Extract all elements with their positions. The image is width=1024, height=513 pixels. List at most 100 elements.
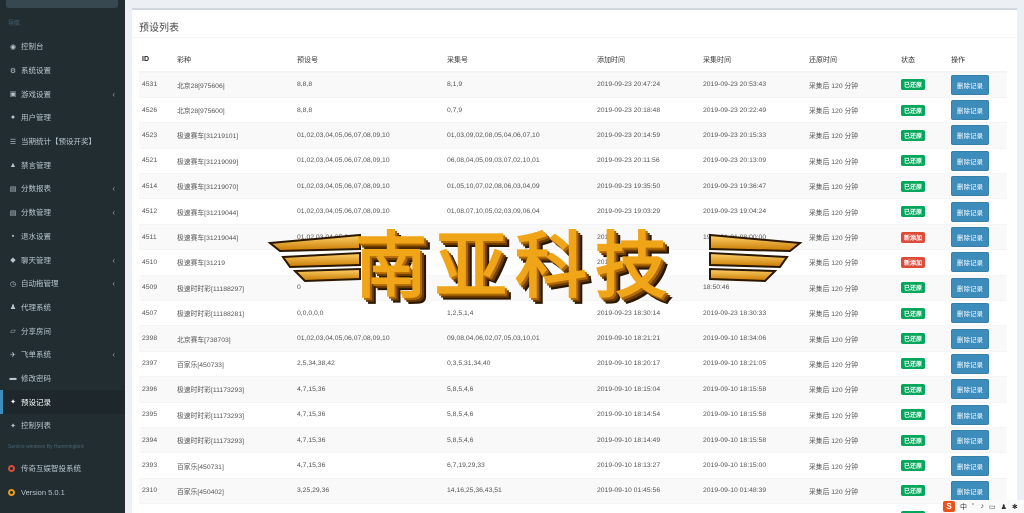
settings-icon[interactable]: ✱ [1012, 503, 1018, 511]
col-header-restore[interactable]: 还原时间 [806, 48, 898, 73]
cell-action: 删除记录 [948, 350, 1007, 377]
cell-lottery: 极速时时彩[11188297] [174, 274, 294, 301]
sidebar-search[interactable] [6, 0, 118, 8]
cell-collect: 01,05,10,07,02,08,06,03,04,09 [444, 173, 594, 199]
delete-record-button[interactable]: 删除记录 [951, 277, 989, 298]
delete-record-button[interactable]: 删除记录 [951, 150, 989, 171]
sidebar-link-version[interactable]: Version 5.0.1 [8, 488, 65, 497]
keyboard-icon[interactable]: ▭ [989, 503, 996, 511]
table-row: 4507 极速时时彩[11188281] 0,0,0,0,0 1,2,5,1,4 201… [139, 300, 1007, 326]
status-badge: 新添加 [901, 231, 926, 243]
cell-action: 删除记录 [948, 147, 1007, 174]
cell-restore: 采集后 30 分钟 [806, 503, 898, 513]
col-header-status[interactable]: 状态 [898, 48, 948, 73]
delete-record-button[interactable]: 删除记录 [951, 430, 989, 451]
cell-added: 2019-09-10 18:14:49 [594, 426, 700, 453]
sidebar-item[interactable]: ✦ 预设记录 [0, 390, 125, 414]
sidebar-item[interactable]: ▬ 修改密码 [0, 367, 125, 391]
sidebar-item[interactable]: ✈ 飞单系统 ‹ [0, 343, 125, 367]
cell-id: 2398 [139, 325, 174, 352]
cell-restore: 采集后 120 分钟 [806, 452, 898, 479]
cell-collected [700, 249, 806, 276]
sidebar-item[interactable]: ▤ 分数报表 ‹ [0, 177, 125, 201]
cell-lottery: 极速时时彩[11173293] [174, 401, 294, 428]
sidebar-item-label: 系统设置 [21, 66, 51, 76]
cell-collected: 2019-09-10 18:34:06 [700, 325, 806, 352]
chevron-left-icon: ‹ [112, 184, 115, 194]
sidebar-item-label: 分数管理 [21, 208, 51, 218]
cell-lottery: 极速时时彩[11188281] [174, 300, 294, 326]
col-header-preset[interactable]: 预设号 [294, 48, 444, 73]
status-badge: 已还原 [901, 434, 926, 446]
sidebar-item[interactable]: ▤ 分数管理 ‹ [0, 201, 125, 225]
cell-action: 删除记录 [948, 300, 1007, 326]
sidebar-item[interactable]: ▱ 分享房间 [0, 319, 125, 343]
cell-preset: 4,7,15,36 [294, 401, 444, 428]
table-header-row: ID 彩种 预设号 采集号 添加时间 采集时间 还原时间 状态 操作 [139, 48, 1007, 73]
sidebar-item[interactable]: ▪ 退水设置 [0, 225, 125, 249]
cell-added: 2019-09-10 18:14:54 [594, 401, 700, 428]
col-header-id[interactable]: ID [139, 48, 174, 73]
cell-collected: 1970-01-01 08:00:00 [700, 223, 806, 250]
status-badge: 已还原 [901, 485, 926, 497]
table-row: 4512 极速赛车[31219044] 01,02,03,04,05,06,07,0… [139, 198, 1007, 225]
cell-preset: 01,02,03,04,05,06,07,08,09,10 [294, 122, 444, 149]
delete-record-button[interactable]: 删除记录 [951, 125, 989, 146]
delete-record-button[interactable]: 删除记录 [951, 100, 989, 121]
delete-record-button[interactable]: 删除记录 [951, 252, 989, 273]
delete-record-button[interactable]: 删除记录 [951, 353, 989, 374]
sidebar-item[interactable]: ● 用户管理 [0, 106, 125, 130]
cell-collected: 2019-09-10 18:15:58 [700, 376, 806, 403]
status-badge: 已还原 [901, 383, 926, 395]
cell-status: 已还原 [898, 401, 948, 428]
status-badge: 已还原 [901, 460, 926, 472]
sogou-icon[interactable]: S [943, 501, 955, 512]
cell-id: 4509 [139, 274, 174, 301]
page-title: 预设列表 [139, 23, 179, 34]
col-header-collected[interactable]: 采集时间 [700, 48, 806, 73]
sidebar-item[interactable]: ♟ 代理系统 [0, 296, 125, 320]
cell-preset: 5,4,6,7,8 [294, 503, 444, 513]
delete-record-button[interactable]: 删除记录 [951, 74, 989, 95]
delete-record-button[interactable]: 删除记录 [951, 303, 989, 324]
sidebar-footer-header: Service windows By Hummingbird [8, 444, 84, 450]
cell-id: 4507 [139, 300, 174, 326]
sidebar-link-system[interactable]: 传奇互娱智投系统 [8, 463, 81, 474]
cell-preset: 01,02,03,04,05,06,07,08,09,10 [294, 147, 444, 174]
cell-restore: 采集后 120 分钟 [806, 249, 898, 276]
chevron-left-icon: ‹ [112, 89, 115, 99]
delete-record-button[interactable]: 删除记录 [951, 328, 989, 349]
delete-record-button[interactable]: 删除记录 [951, 404, 989, 425]
cell-added: 2019-09-10 18:20:17 [594, 350, 700, 377]
sidebar-item[interactable]: ⚙ 系统设置 [0, 59, 125, 83]
sidebar-item[interactable]: ◆ 聊天管理 ‹ [0, 248, 125, 272]
sidebar-item[interactable]: ✦ 控制列表 [0, 414, 125, 438]
delete-record-button[interactable]: 删除记录 [951, 379, 989, 400]
cell-collect: 6,7,19,29,33 [444, 452, 594, 479]
cell-restore: 采集后 120 分钟 [806, 376, 898, 403]
delete-record-button[interactable]: 删除记录 [951, 176, 989, 197]
status-badge: 已还原 [901, 129, 926, 141]
sidebar-item[interactable]: ☰ 当期统计【预设开奖】 [0, 130, 125, 154]
mic-icon[interactable]: ♪ [981, 503, 985, 510]
table-row: 2394 极速时时彩[11173293] 4,7,15,36 5,8,5,4,6 201… [139, 426, 1007, 453]
delete-record-button[interactable]: 删除记录 [951, 227, 989, 248]
cell-preset: 4,7,15,36 [294, 452, 444, 479]
delete-record-button[interactable]: 删除记录 [951, 480, 989, 501]
col-header-added[interactable]: 添加时间 [594, 48, 700, 73]
sidebar-item[interactable]: ◉ 控制台 [0, 35, 125, 59]
delete-record-button[interactable]: 删除记录 [951, 201, 989, 222]
tray-item[interactable]: ﾟ [972, 502, 976, 512]
delete-record-button[interactable]: 删除记录 [951, 455, 989, 476]
sidebar-item[interactable]: ▲ 禁言管理 [0, 153, 125, 177]
cell-restore: 采集后 120 分钟 [806, 122, 898, 149]
col-header-collect[interactable]: 采集号 [444, 48, 594, 73]
cell-restore: 采集后 120 分钟 [806, 223, 898, 250]
col-header-lottery[interactable]: 彩种 [174, 48, 294, 73]
cell-collected: 2019-09-10 18:15:58 [700, 401, 806, 428]
cell-id: 4511 [139, 223, 174, 250]
sidebar-item[interactable]: ▣ 游戏设置 ‹ [0, 82, 125, 106]
sidebar-item[interactable]: ◷ 自动拖管理 ‹ [0, 272, 125, 296]
tray-item[interactable]: 中 [960, 502, 967, 512]
user-icon[interactable]: ♟ [1001, 503, 1007, 511]
